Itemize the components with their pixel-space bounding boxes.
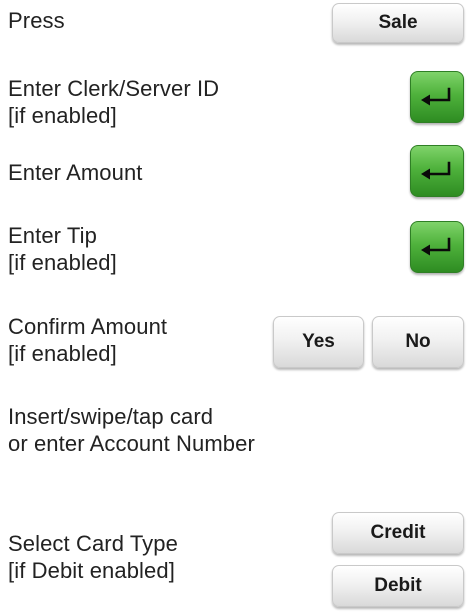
no-button[interactable]: No <box>372 316 464 368</box>
step-confirm-label: Confirm Amount <box>8 314 168 339</box>
step-tip-label: Enter Tip <box>8 223 97 248</box>
enter-button-amount[interactable] <box>410 145 464 197</box>
enter-arrow-icon <box>421 87 451 106</box>
step-press-label: Press <box>8 8 65 33</box>
step-press: Press <box>8 7 65 34</box>
step-clerk-id-note: [if enabled] <box>8 103 117 128</box>
step-card-entry-label: Insert/swipe/tap card <box>8 404 214 429</box>
step-card-entry-note: or enter Account Number <box>8 431 255 456</box>
step-confirm-note: [if enabled] <box>8 341 117 366</box>
step-card-entry: Insert/swipe/tap card or enter Account N… <box>8 403 255 457</box>
step-tip: Enter Tip [if enabled] <box>8 222 117 276</box>
credit-button[interactable]: Credit <box>332 512 464 554</box>
step-clerk-id: Enter Clerk/Server ID [if enabled] <box>8 75 219 129</box>
step-clerk-id-label: Enter Clerk/Server ID <box>8 76 220 101</box>
yes-button[interactable]: Yes <box>273 316 364 368</box>
step-card-type-note: [if Debit enabled] <box>8 558 175 583</box>
enter-button-clerk-id[interactable] <box>410 71 464 123</box>
step-tip-note: [if enabled] <box>8 250 117 275</box>
step-card-type-label: Select Card Type <box>8 531 178 556</box>
enter-arrow-icon <box>421 161 451 180</box>
step-card-type: Select Card Type [if Debit enabled] <box>8 530 178 584</box>
step-confirm: Confirm Amount [if enabled] <box>8 313 167 367</box>
enter-arrow-icon <box>421 237 451 256</box>
enter-button-tip[interactable] <box>410 221 464 273</box>
step-amount: Enter Amount <box>8 159 143 186</box>
debit-button[interactable]: Debit <box>332 565 464 607</box>
sale-button[interactable]: Sale <box>332 3 464 43</box>
step-amount-label: Enter Amount <box>8 160 143 185</box>
